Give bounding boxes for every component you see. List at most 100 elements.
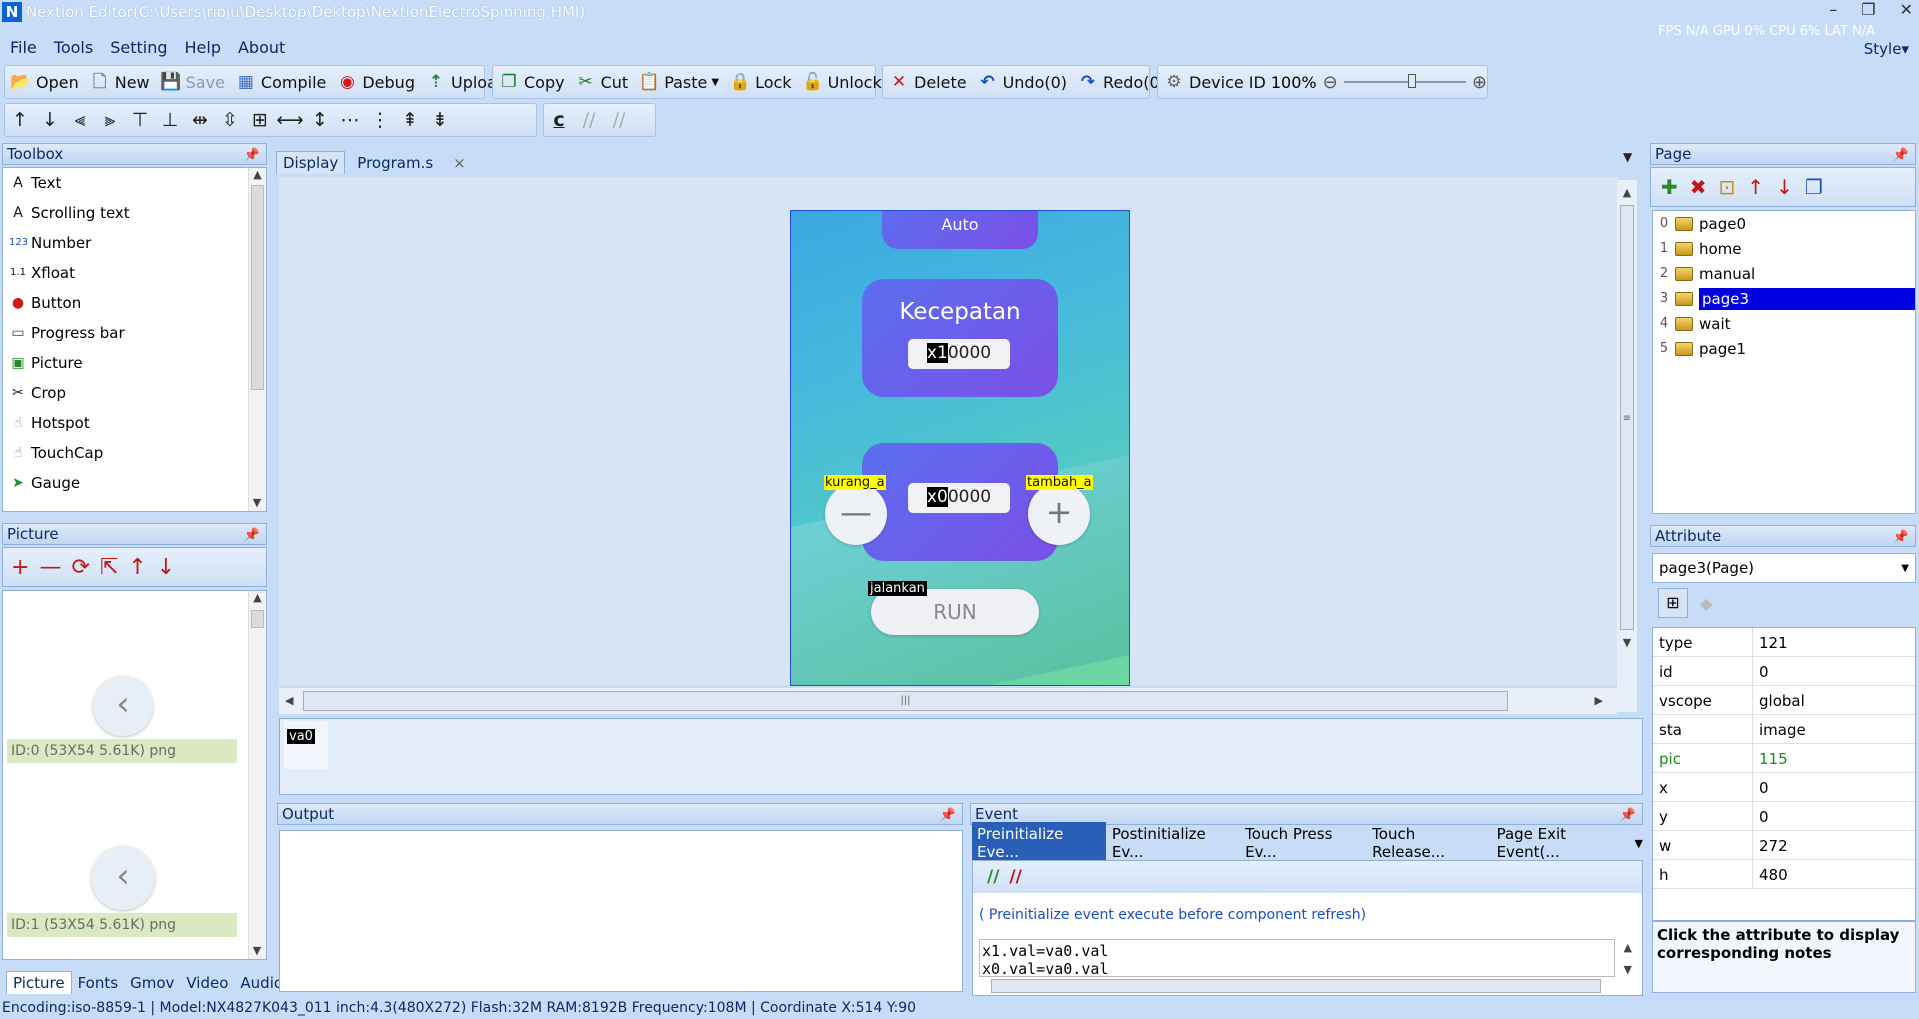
page-item-page3[interactable]: 3 page3 — [1653, 286, 1915, 311]
event-code-editor[interactable]: x1.val=va0.val x0.val=va0.val — [979, 939, 1615, 977]
page-item-home[interactable]: 1 home — [1653, 236, 1915, 261]
close-window-button[interactable]: ✕ — [1900, 0, 1913, 19]
menu-file[interactable]: File — [10, 38, 37, 60]
tab-picture[interactable]: Picture — [6, 971, 72, 994]
attribute-row-vscope[interactable]: vscope global — [1653, 686, 1915, 715]
scroll-thumb[interactable]: ≡ — [1620, 205, 1634, 630]
move-page-up-icon[interactable]: ↑ — [1747, 175, 1764, 199]
tab-display[interactable]: Display — [276, 151, 346, 174]
scroll-thumb[interactable] — [251, 185, 264, 390]
tab-touch-press-event[interactable]: Touch Press Ev... — [1239, 822, 1366, 864]
toolbox-item-xfloat[interactable]: 1.1 Xfloat — [3, 258, 266, 288]
spacing-increase-icon[interactable]: ⇞ — [395, 105, 425, 135]
compile-button[interactable]: ▦ Compile — [230, 67, 331, 97]
close-tab-icon[interactable]: × — [445, 152, 472, 174]
toolbox-item-text[interactable]: A Text — [3, 168, 266, 198]
tab-video[interactable]: Video — [180, 972, 234, 994]
same-size-icon[interactable]: ⊞ — [245, 105, 275, 135]
comment-c-icon[interactable]: c — [544, 105, 574, 135]
center-horizontal-icon[interactable]: ⇹ — [185, 105, 215, 135]
page-item-page0[interactable]: 0 page0 — [1653, 211, 1915, 236]
object-select[interactable]: page3(Page) ▼ — [1652, 553, 1916, 583]
canvas-hscrollbar[interactable]: ◀ ||| ▶ — [279, 688, 1617, 714]
attribute-value[interactable]: 0 — [1753, 657, 1769, 685]
new-button[interactable]: 🗋 New — [84, 67, 155, 97]
undo-button[interactable]: ↶ Undo(0) — [972, 67, 1072, 97]
toolbox-item-hotspot[interactable]: ☝ Hotspot — [3, 408, 266, 438]
copy-page-icon[interactable]: ❐ — [1805, 175, 1823, 199]
attribute-value[interactable]: 480 — [1753, 860, 1788, 888]
scroll-left-icon[interactable]: ◀ — [285, 694, 293, 707]
add-picture-icon[interactable]: + — [11, 555, 29, 580]
event-view-icon[interactable]: ◆ — [1700, 594, 1712, 613]
delete-button[interactable]: ✕ Delete — [883, 67, 972, 97]
kurang-button[interactable]: — — [825, 483, 887, 545]
event-tabs-dropdown-icon[interactable]: ▼ — [1635, 837, 1643, 850]
unlock-button[interactable]: 🔓 Unlock — [797, 67, 887, 97]
scroll-up-icon[interactable]: ▲ — [249, 168, 266, 181]
replace-picture-icon[interactable]: ⟳ — [71, 555, 89, 580]
toolbox-scrollbar[interactable]: ▲ ▼ — [248, 168, 266, 511]
va0-variable[interactable]: va0 — [284, 721, 328, 769]
distribute-vertical-icon[interactable]: ⋮ — [365, 105, 395, 135]
move-page-down-icon[interactable]: ↓ — [1776, 175, 1793, 199]
toolbox-item-button[interactable]: ● Button — [3, 288, 266, 318]
align-left-icon[interactable]: ⫷ — [65, 105, 95, 135]
spacing-decrease-icon[interactable]: ⇟ — [425, 105, 455, 135]
zoom-in-icon[interactable]: ⊕ — [1472, 72, 1487, 93]
zoom-slider[interactable] — [1343, 74, 1466, 88]
page-item-manual[interactable]: 2 manual — [1653, 261, 1915, 286]
tab-overflow-icon[interactable]: ▼ — [1623, 150, 1632, 164]
attribute-row-y[interactable]: y0 — [1653, 802, 1915, 831]
x1-number-field[interactable]: x10000 — [908, 339, 1010, 369]
comment-lines-icon[interactable]: // — [574, 105, 604, 135]
copy-button[interactable]: ❐ Copy — [493, 67, 570, 97]
save-button[interactable]: 💾 Save — [155, 67, 230, 97]
attribute-row-h[interactable]: h 480 — [1653, 860, 1915, 889]
center-vertical-icon[interactable]: ⇳ — [215, 105, 245, 135]
export-picture-icon[interactable]: ⇱ — [100, 555, 118, 580]
scroll-up-icon[interactable]: ▲ — [1624, 941, 1632, 954]
zoom-slider-thumb[interactable] — [1407, 74, 1416, 88]
restore-button[interactable]: ❐ — [1861, 0, 1875, 19]
scroll-up-icon[interactable]: ▲ — [1617, 186, 1637, 199]
picture-thumb-0[interactable]: ‹ — [93, 676, 153, 736]
toolbox-item-gauge[interactable]: ➤ Gauge — [3, 468, 266, 498]
x0-number-field[interactable]: x00000 — [908, 483, 1010, 513]
insert-page-icon[interactable]: ⊡ — [1719, 175, 1736, 199]
attribute-value[interactable]: 0 — [1753, 773, 1769, 801]
style-menu[interactable]: Style▾ — [1864, 40, 1909, 58]
uncomment-lines-icon[interactable]: // — [604, 105, 634, 135]
picture-scrollbar[interactable]: ▲ ▼ — [248, 591, 266, 959]
same-height-icon[interactable]: ↕ — [305, 105, 335, 135]
tab-postinitialize-event[interactable]: Postinitialize Ev... — [1106, 822, 1239, 864]
scroll-thumb[interactable] — [251, 610, 264, 628]
page-item-page1[interactable]: 5 page1 — [1653, 336, 1915, 361]
uncomment-lines-icon[interactable]: // — [1009, 867, 1021, 887]
attribute-value[interactable]: 272 — [1753, 831, 1788, 859]
attribute-value[interactable]: 115 — [1753, 744, 1788, 772]
menu-setting[interactable]: Setting — [110, 38, 167, 60]
zoom-out-icon[interactable]: ⊖ — [1323, 72, 1338, 93]
align-top-icon[interactable]: ⊤ — [125, 105, 155, 135]
toolbox-item-crop[interactable]: ✂ Crop — [3, 378, 266, 408]
pin-icon[interactable]: 📌 — [244, 146, 260, 166]
picture-thumb-1[interactable]: ‹ — [91, 846, 155, 910]
add-page-icon[interactable]: ✚ — [1661, 175, 1678, 199]
remove-picture-icon[interactable]: — — [39, 555, 61, 580]
attribute-row-w[interactable]: w 272 — [1653, 831, 1915, 860]
pin-icon[interactable]: 📌 — [244, 526, 260, 546]
tambah-button[interactable]: + — [1028, 483, 1090, 545]
paste-button[interactable]: 📋 Paste ▼ — [633, 67, 724, 97]
same-width-icon[interactable]: ⟷ — [275, 105, 305, 135]
menu-tools[interactable]: Tools — [54, 38, 93, 60]
move-picture-down-icon[interactable]: ↓ — [157, 555, 175, 580]
tab-fonts[interactable]: Fonts — [72, 972, 124, 994]
pin-icon[interactable]: 📌 — [1893, 146, 1909, 166]
scroll-down-icon[interactable]: ▼ — [1624, 963, 1632, 976]
attribute-value[interactable]: 0 — [1753, 802, 1769, 830]
toolbox-item-number[interactable]: 123 Number — [3, 228, 266, 258]
toolbox-item-scrolling-text[interactable]: A Scrolling text — [3, 198, 266, 228]
menu-about[interactable]: About — [238, 38, 285, 60]
scroll-down-icon[interactable]: ▼ — [249, 944, 265, 957]
